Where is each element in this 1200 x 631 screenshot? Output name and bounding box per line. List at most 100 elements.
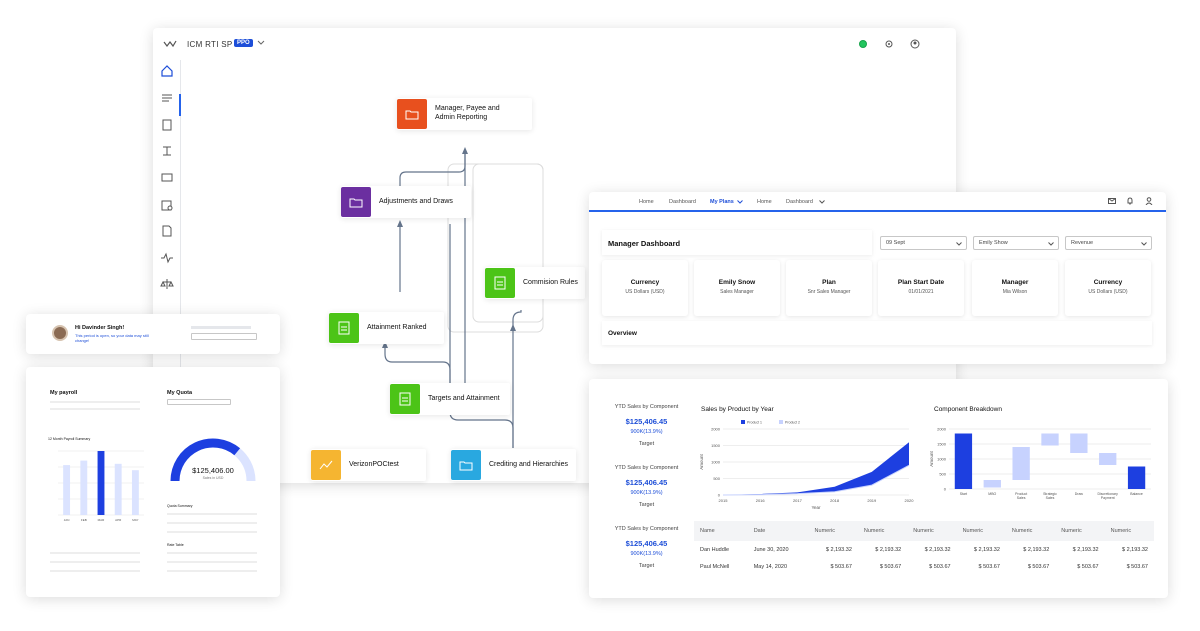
date-select-value: 09 Sept [886, 240, 905, 246]
flow-node-targets[interactable]: Targets and Attainment [390, 383, 510, 415]
quota-select[interactable] [167, 399, 231, 405]
payroll-line [50, 552, 140, 554]
payroll-line [50, 401, 140, 403]
table-header[interactable]: Date [747, 521, 809, 541]
x-tick-label: APR [115, 518, 122, 522]
table-cell: Dan Huddle [700, 546, 730, 553]
table-row[interactable]: Paul McNell May 14, 2020 $ 503.67 $ 503.… [694, 558, 1154, 575]
table-cell: $ 2,193.32 [1072, 546, 1099, 553]
table-header[interactable]: Numeric [808, 521, 858, 541]
payroll-bar [97, 451, 105, 515]
flow-node-manager-reporting[interactable]: Manager, Payee and Admin Reporting [397, 98, 532, 130]
stat-title: Plan [822, 279, 836, 286]
x-tick-label: FEB [81, 518, 87, 522]
legend-swatch [741, 420, 745, 424]
table-cell: $ 2,193.32 [924, 546, 951, 553]
sales-table: Name Date Numeric Numeric Numeric Numeri… [694, 521, 1154, 575]
nav-dashboard-2[interactable]: Dashboard [786, 199, 813, 205]
table-header[interactable]: Numeric [857, 521, 908, 541]
table-cell: $ 503.67 [879, 563, 902, 570]
y-tick-label: 1500 [937, 442, 947, 447]
table-row[interactable]: Dan Huddle June 30, 2020 $ 2,193.32 $ 2,… [694, 541, 1154, 558]
legend-label: Product 2 [785, 421, 800, 425]
table-header[interactable]: Numeric [907, 521, 957, 541]
stat-title: Emily Snow [718, 279, 756, 286]
x-tick-label: 2019 [867, 498, 877, 503]
payroll-title: My payroll [50, 390, 78, 396]
stat-sub: US Dollars (USD) [625, 289, 665, 295]
metric-select-value: Revenue [1071, 240, 1094, 246]
user-select-value: Emily Show [979, 240, 1008, 246]
table-cell: June 30, 2020 [753, 546, 789, 553]
user-icon[interactable] [1145, 197, 1153, 205]
y-tick-label: 0 [718, 493, 721, 498]
calculator-icon [390, 384, 420, 414]
nav-home[interactable]: Home [639, 199, 654, 205]
ytd-value: $125,406.45 [625, 417, 668, 426]
bell-icon[interactable] [1126, 197, 1134, 205]
table-header[interactable]: Numeric [956, 521, 1006, 541]
stat-title: Manager [1001, 279, 1029, 286]
table-header[interactable]: Name [694, 521, 748, 541]
avatar [52, 325, 68, 341]
sales-window: YTD Sales by Component $125,406.45 900K(… [589, 379, 1168, 598]
table-cell: $ 2,193.32 [1122, 546, 1148, 553]
nav-home-2[interactable]: Home [757, 199, 772, 205]
quota-line [167, 531, 257, 533]
dashboard-nav: Home Dashboard My Plans Home Dashboard [589, 192, 1166, 212]
ytd-block: YTD Sales by Component $125,406.45 900K(… [599, 404, 694, 447]
component-chart-title: Component Breakdown [934, 406, 1002, 413]
x-tick-label: Payment [1101, 496, 1115, 500]
flow-node-crediting[interactable]: Crediting and Hierarchies [451, 449, 576, 481]
summary-title: 12 Month Payroll Summary [48, 437, 91, 441]
ytd-head: YTD Sales by Component [614, 526, 679, 532]
table-header-row: Name Date Numeric Numeric Numeric Numeri… [694, 521, 1154, 541]
flow-node-adjustments[interactable]: Adjustments and Draws [341, 186, 471, 218]
dashboard-window: Home Dashboard My Plans Home Dashboard M… [589, 192, 1166, 364]
dashboard-title-box: Manager Dashboard [602, 230, 872, 255]
y-tick-label: 500 [713, 476, 720, 481]
stat-card: Currency US Dollars (USD) [602, 260, 688, 316]
table-cell: $ 2,193.32 [875, 546, 902, 553]
table-cell: $ 503.67 [1027, 563, 1050, 570]
table-header[interactable]: Numeric [1055, 521, 1105, 541]
stat-sub: Snr Sales Manager [807, 289, 851, 295]
flow-node-commision-rules[interactable]: Commision Rules [485, 267, 585, 299]
table-cell: $ 503.67 [1126, 563, 1148, 570]
rate-line [167, 561, 257, 563]
nav-my-plans[interactable]: My Plans [710, 199, 734, 205]
x-tick-label: Balance [1130, 492, 1143, 496]
table-cell: $ 503.67 [830, 563, 852, 570]
stat-card: Emily Snow Sales Manager [694, 260, 780, 316]
table-cell: $ 2,193.32 [973, 546, 1000, 553]
table-cell: Paul McNell [700, 563, 730, 570]
x-tick-label: 2020 [905, 498, 915, 503]
chevron-down-icon [956, 242, 962, 246]
date-select[interactable]: 09 Sept [880, 236, 967, 250]
rate-table-title: Rate Table [167, 543, 184, 547]
ytd-target: Target [638, 441, 655, 447]
x-tick-label: 2018 [830, 498, 840, 503]
metric-select[interactable]: Revenue [1065, 236, 1152, 250]
table-cell: May 14, 2020 [753, 563, 788, 570]
stat-card: Manager Mia Wilson [972, 260, 1058, 316]
table-cell: $ 2,193.32 [825, 546, 852, 553]
period-select[interactable] [191, 333, 257, 340]
nav-dashboard[interactable]: Dashboard [669, 199, 696, 205]
calculator-icon [485, 268, 515, 298]
mail-icon[interactable] [1108, 198, 1116, 205]
rate-line [167, 552, 257, 554]
ytd-value: $125,406.45 [625, 539, 668, 548]
dashboard-title: Manager Dashboard [608, 239, 681, 248]
flow-node-verizon[interactable]: VerizonPOCtest [311, 449, 426, 481]
flow-node-attainment-ranked[interactable]: Attainment Ranked [329, 312, 444, 344]
greeting-hello: Hi Davinder Singh! [75, 325, 125, 331]
waterfall-bar [1012, 447, 1030, 480]
y-tick-label: 1000 [711, 460, 721, 465]
user-select[interactable]: Emily Show [973, 236, 1059, 250]
overview-section[interactable]: Overview [602, 321, 1152, 345]
folder-icon [451, 450, 481, 480]
table-header[interactable]: Numeric [1005, 521, 1056, 541]
table-header[interactable]: Numeric [1104, 521, 1154, 541]
ytd-pct: 900K(13.9%) [630, 429, 663, 435]
